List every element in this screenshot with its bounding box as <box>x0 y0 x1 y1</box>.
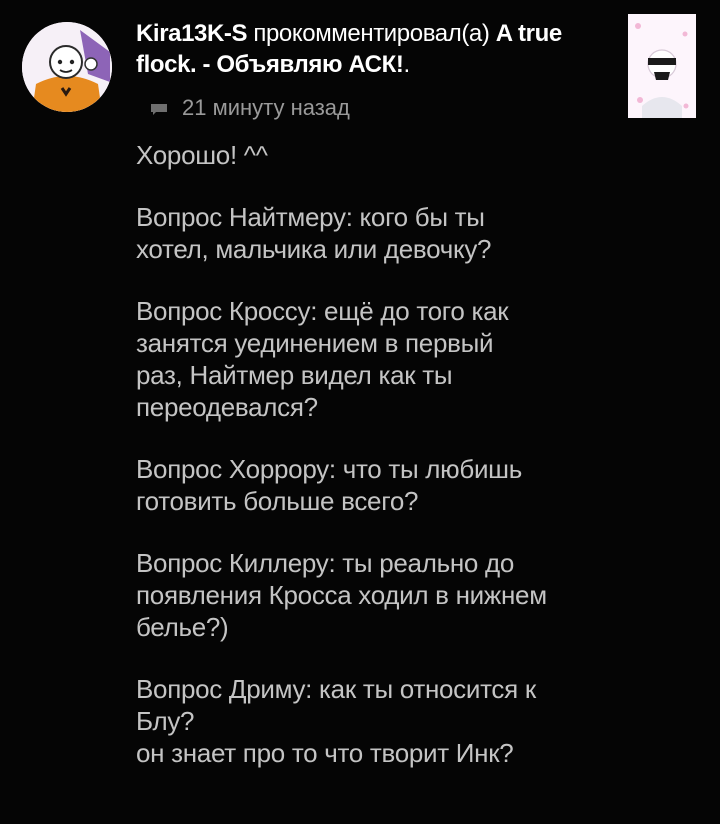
notification-header: Kira13K-S прокомментировал(а) A true flo… <box>136 18 614 80</box>
commenter-username[interactable]: Kira13K-S <box>136 20 248 47</box>
comment-paragraph: Хорошо! ^^ <box>136 139 696 171</box>
comment-line: переодевался? <box>136 392 318 422</box>
comment-line: белье?) <box>136 612 229 642</box>
comment-paragraph: Вопрос Киллеру: ты реально до появления … <box>136 547 696 643</box>
comment-line: раз, Найтмер видел как ты <box>136 360 453 390</box>
comment-line: Вопрос Хоррору: что ты любишь <box>136 454 522 484</box>
action-text: прокомментировал(а) <box>247 20 496 47</box>
chat-bubble-icon <box>151 104 167 115</box>
comment-line: Вопрос Дриму: как ты относится к <box>136 674 536 704</box>
comment-paragraph: Вопрос Дриму: как ты относится к Блу? он… <box>136 673 696 769</box>
comment-line: Вопрос Найтмеру: кого бы ты <box>136 202 485 232</box>
comment-paragraph: Вопрос Кроссу: ещё до того как занятся у… <box>136 295 696 423</box>
user-avatar-icon <box>22 22 112 112</box>
comment-paragraph: Вопрос Хоррору: что ты любишь готовить б… <box>136 453 696 517</box>
post-thumbnail[interactable] <box>628 14 696 118</box>
comment-line: появления Кросса ходил в нижнем <box>136 580 547 610</box>
comment-line: готовить больше всего? <box>136 486 419 516</box>
comment-line: занятся уединением в первый <box>136 328 494 358</box>
comment-line: он знает про то что творит Инк? <box>136 738 514 768</box>
comment-line: Вопрос Кроссу: ещё до того как <box>136 296 509 326</box>
comment-meta: 21 минуту назад <box>150 95 350 121</box>
comment-line: хотел, мальчика или девочку? <box>136 234 492 264</box>
comment-line: Блу? <box>136 706 195 736</box>
post-thumbnail-icon <box>628 14 696 118</box>
user-avatar[interactable] <box>22 22 112 112</box>
comment-paragraph: Вопрос Найтмеру: кого бы ты хотел, мальч… <box>136 201 696 265</box>
comment-body: Хорошо! ^^ Вопрос Найтмеру: кого бы ты х… <box>136 139 696 799</box>
comment-line: Хорошо! ^^ <box>136 140 268 170</box>
post-title-suffix: . <box>403 51 410 78</box>
comment-line: Вопрос Киллеру: ты реально до <box>136 548 514 578</box>
comment-timestamp: 21 минуту назад <box>182 95 350 120</box>
